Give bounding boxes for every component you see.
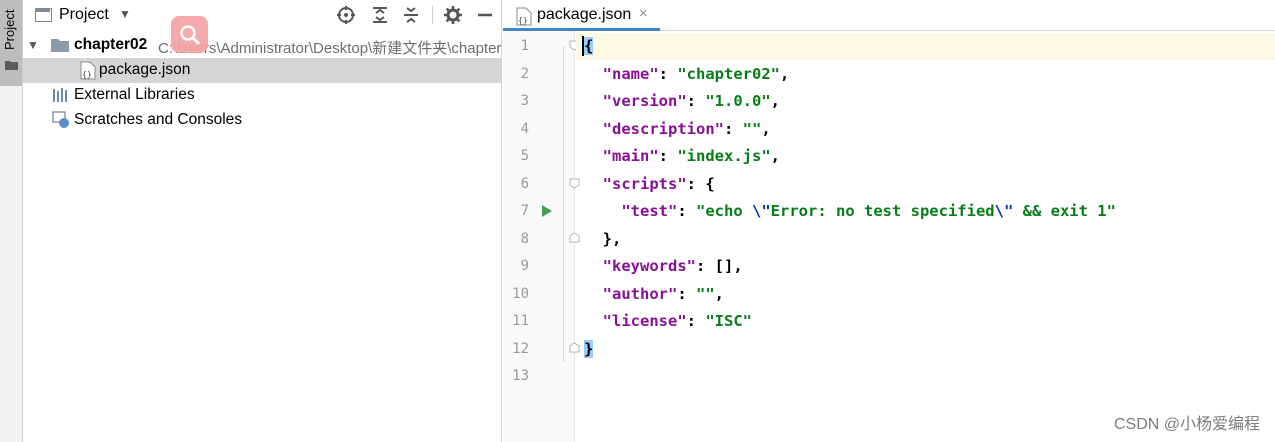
line-number: 1 xyxy=(520,38,529,54)
file-name: package.json xyxy=(99,61,191,78)
code-line-8: }, xyxy=(602,230,622,248)
editor-tab-bar: {} package.json × xyxy=(503,0,1275,31)
tree-item-external-libraries[interactable]: External Libraries xyxy=(23,83,501,108)
code-line-6: "scripts": { xyxy=(602,175,715,193)
run-icon[interactable] xyxy=(541,204,553,218)
code-line-11: "license": "ISC" xyxy=(602,312,753,330)
line-number: 5 xyxy=(520,148,529,164)
line-number: 13 xyxy=(512,368,529,384)
external-libraries-label: External Libraries xyxy=(74,86,195,103)
close-brace: } xyxy=(584,340,594,358)
toolbar-separator xyxy=(432,6,433,24)
project-tool-tab-label: Project xyxy=(2,9,17,50)
line-number: 10 xyxy=(512,286,529,302)
project-panel-header: Project ▼ xyxy=(23,0,501,31)
svg-text:{}: {} xyxy=(518,16,528,25)
editor-gutter: 1 2 3 4 5 6 7 8 9 10 11 12 13 xyxy=(503,31,580,442)
tab-label: package.json xyxy=(537,6,632,23)
project-view-icon xyxy=(35,8,52,22)
line-number: 3 xyxy=(520,93,529,109)
hide-icon[interactable] xyxy=(475,5,495,25)
code-line-1: { xyxy=(584,33,594,60)
scratches-icon xyxy=(52,111,69,128)
code-line-5: "main": "index.js", xyxy=(602,147,781,165)
collapse-all-icon[interactable] xyxy=(401,5,421,25)
code-line-2: "name": "chapter02", xyxy=(602,65,790,83)
code-line-12: } xyxy=(584,336,594,363)
line-number: 9 xyxy=(520,258,529,274)
gear-icon[interactable] xyxy=(443,5,463,25)
tree-item-package-json[interactable]: {} package.json xyxy=(23,58,501,83)
json-file-icon: {} xyxy=(516,7,532,26)
tree-item-root[interactable]: ▼ chapter02 C:\Users\Administrator\Deskt… xyxy=(23,33,502,58)
svg-text:{}: {} xyxy=(82,70,92,79)
tool-window-strip: Project xyxy=(0,0,23,442)
locate-icon[interactable] xyxy=(336,5,356,25)
code-editor[interactable]: { "name": "chapter02", "version": "1.0.0… xyxy=(576,31,1275,442)
code-line-3: "version": "1.0.0", xyxy=(602,92,781,110)
fold-guide-line xyxy=(563,46,564,362)
text-caret xyxy=(582,36,584,56)
line-number: 6 xyxy=(520,176,529,192)
project-panel-title[interactable]: Project xyxy=(59,6,109,24)
search-overlay[interactable] xyxy=(171,16,208,53)
line-number: 8 xyxy=(520,231,529,247)
tree-item-scratches[interactable]: Scratches and Consoles xyxy=(23,108,501,133)
open-brace: { xyxy=(584,37,594,55)
current-line-highlight xyxy=(576,33,1275,60)
root-folder-name: chapter02 xyxy=(74,36,148,53)
line-number: 2 xyxy=(520,66,529,82)
project-tool-tab[interactable]: Project xyxy=(0,0,22,86)
chevron-down-icon[interactable]: ▼ xyxy=(119,7,131,21)
line-number: 12 xyxy=(512,341,529,357)
code-line-7: "test": "echo \"Error: no test specified… xyxy=(621,202,1116,220)
search-icon xyxy=(180,25,201,46)
close-icon[interactable]: × xyxy=(639,5,648,22)
folder-icon xyxy=(5,61,18,70)
code-line-9: "keywords": [], xyxy=(602,257,743,275)
library-icon xyxy=(53,88,67,102)
line-number: 7 xyxy=(520,203,529,219)
scratches-label: Scratches and Consoles xyxy=(74,111,243,128)
expand-all-icon[interactable] xyxy=(370,5,390,25)
json-file-icon: {} xyxy=(80,61,96,80)
chevron-down-icon[interactable]: ▼ xyxy=(27,38,39,52)
tab-package-json[interactable]: {} package.json × xyxy=(503,0,660,31)
folder-icon xyxy=(51,39,69,52)
line-number: 11 xyxy=(512,313,529,329)
code-line-4: "description": "", xyxy=(602,120,771,138)
code-line-10: "author": "", xyxy=(602,285,725,303)
line-number: 4 xyxy=(520,121,529,137)
watermark: CSDN @小杨爱编程 xyxy=(1113,416,1260,433)
root-folder-path: C:\Users\Administrator\Desktop\新建文件夹\cha… xyxy=(158,40,502,57)
project-panel: Project ▼ ▼ chapter02 C:\Users\Administr… xyxy=(23,0,502,442)
